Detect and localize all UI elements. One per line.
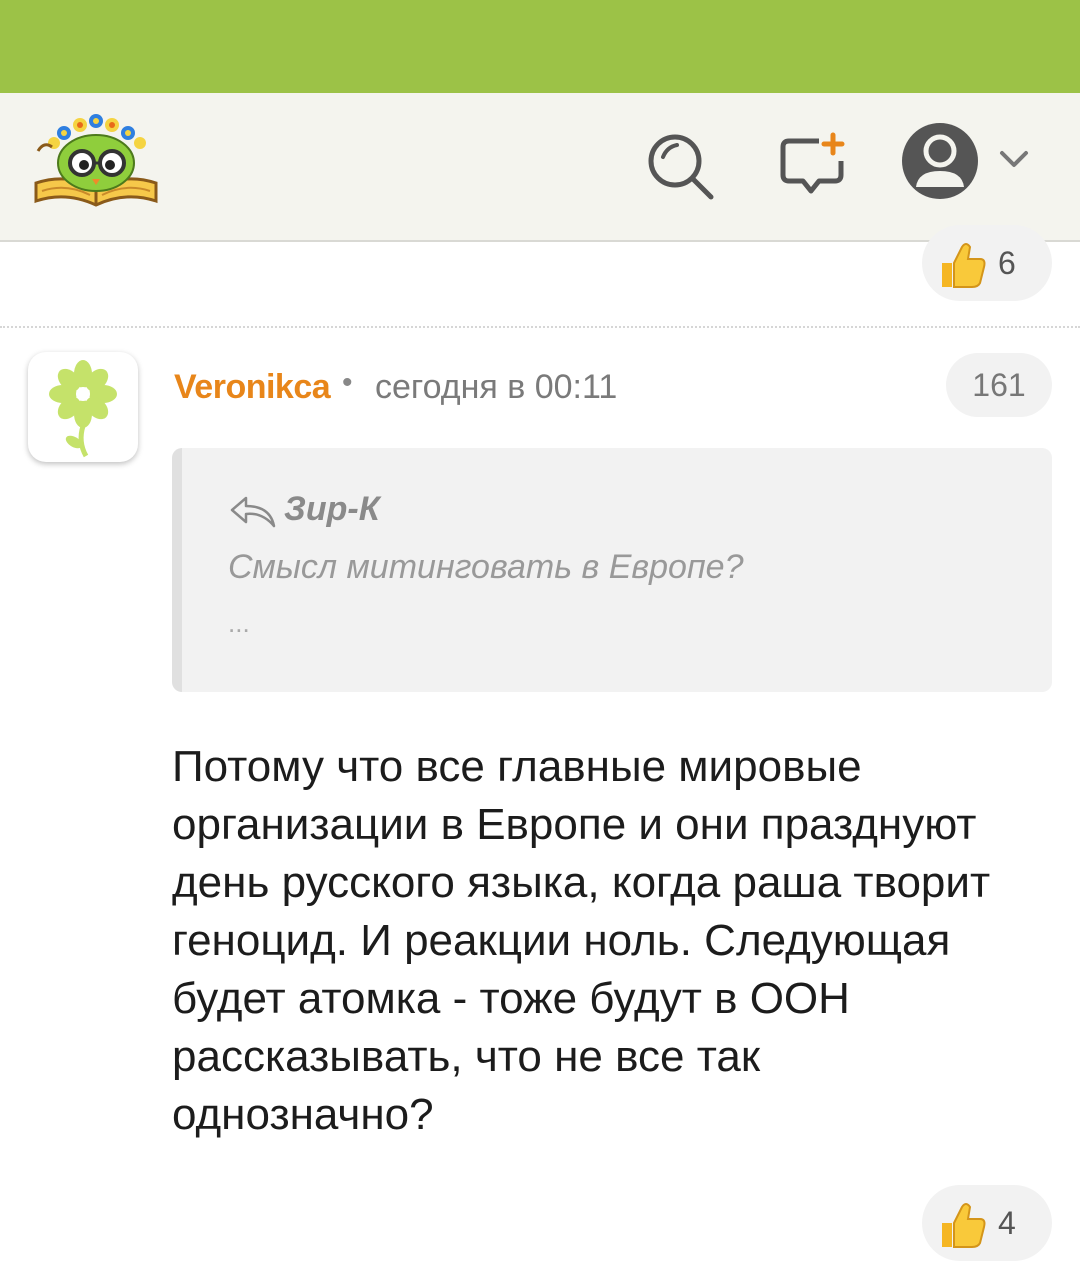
comment-line: однозначно? (172, 1090, 434, 1139)
top-header (0, 93, 1080, 242)
like-count: 6 (998, 245, 1016, 281)
profile-menu-button[interactable] (900, 121, 1040, 203)
quoted-author: Зир-К (284, 490, 380, 528)
quoted-text: Смысл митинговать в Европе? (228, 548, 744, 586)
thumbs-up-icon (942, 243, 986, 288)
quoted-reply[interactable]: Зир-К Смысл митинговать в Европе? ... (172, 448, 1052, 692)
new-message-icon (780, 132, 845, 194)
status-bar (0, 0, 1080, 93)
chevron-down-icon (1000, 151, 1028, 167)
site-logo[interactable] (30, 111, 162, 211)
flower-avatar-icon (49, 360, 117, 458)
user-avatar-icon (902, 123, 978, 199)
comment-divider (0, 326, 1080, 328)
reply-arrow-icon (230, 496, 276, 528)
separator-dot: • (342, 366, 353, 399)
comment-author[interactable]: Veronikca (174, 368, 331, 407)
comment-line: день русского языка, когда раша творит (172, 858, 991, 907)
new-message-button[interactable] (775, 131, 851, 201)
previous-comment-like-button[interactable]: 6 (922, 225, 1052, 301)
comment-line: Потому что все главные мировые (172, 742, 862, 791)
comment-line: геноцид. И реакции ноль. Следующая (172, 916, 951, 965)
search-button[interactable] (643, 131, 719, 201)
comment-line: рассказывать, что не все так (172, 1032, 761, 1081)
like-count: 4 (998, 1205, 1016, 1241)
comment-counter: 161 (946, 353, 1052, 417)
comment-line: будет атомка - тоже будут в ООН (172, 974, 850, 1023)
search-icon (648, 134, 714, 200)
thumbs-up-icon (942, 1203, 986, 1248)
comment-timestamp: сегодня в 00:11 (375, 368, 618, 406)
comment-text: Потому что все главные мировые организац… (172, 738, 1052, 1144)
author-avatar[interactable] (28, 352, 138, 462)
comment-line: организации в Европе и они празднуют (172, 800, 977, 849)
like-button[interactable]: 4 (922, 1185, 1052, 1261)
quote-ellipsis: ... (228, 608, 250, 638)
